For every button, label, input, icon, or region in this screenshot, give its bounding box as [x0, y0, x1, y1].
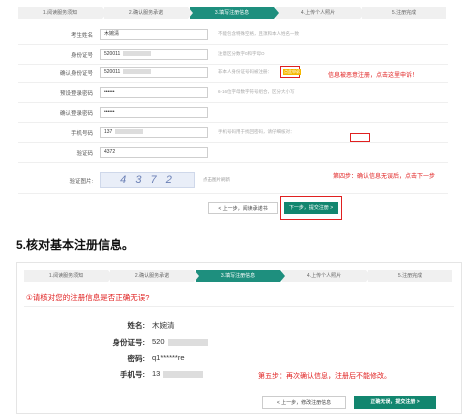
info-value-text: 木婉清 — [152, 321, 175, 330]
next-submit-button[interactable]: 下一步，提交注册 > — [284, 202, 338, 214]
field-hint: 注意区分数字0和字母O — [218, 51, 265, 56]
info-value: 13 — [152, 369, 204, 378]
field-input[interactable]: •••••• — [100, 107, 208, 118]
form-row: 手机号码 137 手机号码用于找回密码，请仔细核对： — [18, 123, 448, 143]
info-key: 身份证号: — [112, 338, 146, 347]
field-value: 137 — [104, 129, 113, 135]
phone-hint-highlight — [350, 133, 370, 142]
captcha-label: 验证图片: — [69, 179, 93, 185]
form-row: 确认登录密码 •••••• — [18, 103, 448, 123]
field-label: 考生姓名 — [70, 33, 93, 39]
prev-modify-button[interactable]: < 上一步，修改注册信息 — [262, 396, 346, 409]
field-input[interactable]: 木婉清 — [100, 29, 208, 40]
step-arrow — [194, 270, 199, 282]
top-step-2: 2.确认服务承诺 — [104, 7, 193, 19]
form-row: 考生姓名 木婉清 不能包含特殊空格，且须和本人姓名一致 — [18, 25, 448, 45]
info-value-text: 13 — [152, 369, 161, 378]
step-arrow — [188, 7, 193, 19]
field-value: 520011 — [104, 51, 121, 57]
step-label: 1.阅读服务须知 — [42, 10, 78, 16]
field-hint: 不能包含特殊空格，且须和本人姓名一致 — [218, 31, 299, 36]
bottom-steps: 1.阅读服务须知 2.确认服务承诺 3.填写注册信息 4.上传个人照片 5.注册完成 — [24, 270, 454, 282]
top-step-3: 3.填写注册信息 — [190, 7, 279, 19]
field-value: •••••• — [104, 89, 115, 95]
top-step-1: 1.阅读服务须知 — [18, 7, 107, 19]
captcha-refresh-hint[interactable]: 点击图片刷新 — [203, 177, 230, 183]
field-hint: 手机号码用于找回密码，请仔细核对： — [218, 129, 295, 134]
field-value: 木婉清 — [104, 31, 120, 37]
field-label: 预设登录密码 — [59, 91, 93, 97]
prev-read-button[interactable]: < 上一步，阅读承诺书 — [208, 202, 278, 214]
step-arrow — [366, 270, 371, 282]
info-row: 身份证号: 520 — [0, 337, 471, 349]
blurred-value — [123, 69, 152, 75]
info-key: 手机号: — [120, 370, 145, 379]
info-value: 木婉清 — [152, 320, 175, 331]
field-label: 确认登录密码 — [59, 111, 93, 117]
info-row: 密码: q1******re — [0, 353, 471, 365]
step-arrow — [280, 270, 285, 282]
form-row: 身份证号 520011 注意区分数字0和字母O — [18, 45, 448, 65]
step-arrow — [108, 270, 113, 282]
step4-note: 第四步：确认信息无误后，点击下一步 — [333, 174, 436, 180]
step-arrow — [102, 7, 107, 19]
field-hint: 非本人身份证号码被注册： — [218, 69, 272, 74]
info-value: 520 — [152, 337, 208, 346]
step5-note: 第五步：再次确认信息，注册后不能修改。 — [258, 373, 391, 380]
bottom-step-2: 2.确认服务承诺 — [110, 270, 199, 282]
blurred-value — [115, 129, 144, 135]
top-step-5: 5.注册完成 — [362, 7, 446, 19]
confirm-question: ①请核对您的注册信息是否正确无误? — [26, 293, 150, 302]
field-label: 确认身份证号 — [59, 71, 93, 77]
field-hint: 6-16位字母数字符号组合，区分大小写 — [218, 89, 295, 94]
info-value-text: q1******re — [152, 353, 185, 362]
captcha-image[interactable]: 4 3 7 2 — [100, 172, 195, 188]
info-row: 姓名: 木婉清 — [0, 320, 471, 332]
field-input[interactable]: 4372 — [100, 147, 208, 158]
form-row: 验证码 4372 — [18, 143, 448, 163]
field-input[interactable]: •••••• — [100, 87, 208, 98]
info-value: q1******re — [152, 353, 185, 362]
blurred-value — [123, 51, 152, 57]
field-value: 520011 — [104, 69, 121, 75]
step-label: 2.确认服务承诺 — [128, 10, 164, 16]
field-value: •••••• — [104, 109, 115, 115]
field-input[interactable]: 137 — [100, 127, 208, 138]
top-step-4: 4.上传个人照片 — [276, 7, 365, 19]
info-key: 密码: — [127, 354, 146, 363]
step-label: 4.上传个人照片 — [306, 273, 342, 279]
info-value-text: 520 — [152, 337, 165, 346]
info-key: 姓名: — [127, 321, 146, 330]
step-label: 5.注册完成 — [397, 273, 423, 279]
top-steps: 1.阅读服务须知 2.确认服务承诺 3.填写注册信息 4.上传个人照片 5.注册完成 — [18, 7, 448, 19]
bottom-step-3: 3.填写注册信息 — [196, 270, 285, 282]
divider — [24, 306, 454, 307]
field-label: 身份证号 — [70, 53, 93, 59]
bottom-step-1: 1.阅读服务须知 — [24, 270, 113, 282]
step-label: 2.确认服务承诺 — [134, 273, 170, 279]
field-input[interactable]: 520011 — [100, 49, 208, 60]
blurred-value — [163, 370, 204, 378]
bottom-step-5: 5.注册完成 — [368, 270, 452, 282]
field-label: 手机号码 — [70, 131, 93, 137]
info-row: 手机号: 13 — [0, 369, 471, 381]
form-row: 预设登录密码 •••••• 6-16位字母数字符号组合，区分大小写 — [18, 83, 448, 103]
section-title: 5.核对基本注册信息。 — [16, 238, 135, 252]
step-label: 3.填写注册信息 — [220, 273, 256, 279]
step-label: 5.注册完成 — [391, 10, 417, 16]
step-arrow — [360, 7, 365, 19]
step-label: 3.填写注册信息 — [214, 10, 250, 16]
confirm-submit-button[interactable]: 正确无误，提交注册 > — [354, 396, 436, 409]
appeal-note: 信息被恶意注册，点击这里申诉！ — [328, 73, 419, 79]
bottom-step-4: 4.上传个人照片 — [282, 270, 371, 282]
field-value: 4372 — [104, 149, 116, 155]
appeal-link[interactable]: 点此申诉 — [283, 69, 301, 75]
field-input[interactable]: 520011 — [100, 67, 208, 78]
field-label: 验证码 — [76, 151, 93, 157]
step-label: 1.阅读服务须知 — [48, 273, 84, 279]
step-arrow — [274, 7, 279, 19]
step-label: 4.上传个人照片 — [300, 10, 336, 16]
blurred-value — [167, 338, 208, 346]
